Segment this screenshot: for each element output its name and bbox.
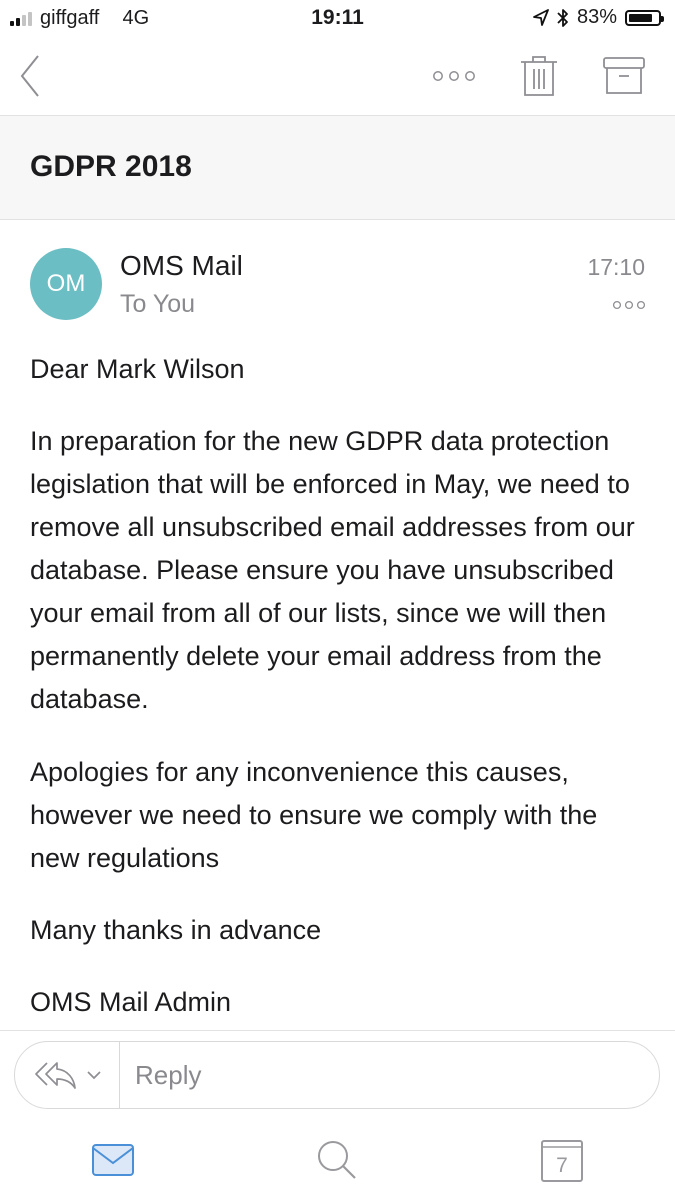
email-subject: GDPR 2018 bbox=[30, 150, 192, 183]
tab-mail[interactable] bbox=[83, 1134, 143, 1186]
reply-input[interactable] bbox=[135, 1042, 635, 1108]
email-signature: OMS Mail Admin bbox=[30, 987, 232, 1017]
calendar-day: 7 bbox=[556, 1154, 568, 1177]
bluetooth-icon bbox=[557, 8, 568, 27]
more-options-button[interactable] bbox=[426, 38, 482, 114]
sender-name[interactable]: OMS Mail bbox=[120, 250, 243, 282]
tab-calendar[interactable]: 7 bbox=[532, 1134, 592, 1186]
reply-bar bbox=[0, 1030, 675, 1120]
more-options-icon bbox=[433, 71, 475, 81]
email-time: 17:10 bbox=[587, 254, 645, 280]
email-thanks: Many thanks in advance bbox=[30, 915, 322, 945]
back-chevron-icon bbox=[20, 55, 39, 97]
message-more-button[interactable] bbox=[609, 292, 649, 318]
tab-bar: 7 bbox=[0, 1120, 675, 1200]
trash-icon bbox=[521, 56, 557, 96]
mail-icon bbox=[92, 1144, 134, 1176]
status-right: 83% bbox=[533, 6, 664, 29]
email-paragraph-2: Apologies for any inconvenience this cau… bbox=[30, 757, 598, 873]
email-greeting: Dear Mark Wilson bbox=[30, 354, 245, 384]
search-icon bbox=[318, 1141, 356, 1179]
sender-avatar[interactable]: OM bbox=[30, 248, 102, 320]
status-bar: giffgaff 4G 19:11 83% bbox=[0, 0, 675, 38]
recipient-label[interactable]: To You bbox=[120, 290, 195, 319]
archive-icon bbox=[603, 57, 645, 94]
battery-percent: 83% bbox=[576, 6, 617, 28]
email-toolbar bbox=[0, 38, 675, 116]
delete-button[interactable] bbox=[514, 38, 564, 114]
tab-search[interactable] bbox=[307, 1134, 367, 1186]
calendar-icon: 7 bbox=[541, 1140, 583, 1182]
reply-options-button[interactable] bbox=[15, 1042, 120, 1108]
back-button[interactable] bbox=[8, 38, 52, 114]
battery-icon bbox=[625, 9, 664, 26]
subject-header: GDPR 2018 bbox=[0, 116, 675, 220]
email-paragraph-1: In preparation for the new GDPR data pro… bbox=[30, 426, 635, 714]
location-arrow-icon bbox=[533, 8, 549, 26]
reply-all-icon bbox=[35, 1062, 76, 1089]
reply-box bbox=[14, 1041, 660, 1109]
archive-button[interactable] bbox=[596, 38, 652, 114]
avatar-initials: OM bbox=[46, 270, 86, 297]
chevron-down-icon bbox=[87, 1070, 101, 1079]
more-options-icon bbox=[612, 300, 646, 310]
